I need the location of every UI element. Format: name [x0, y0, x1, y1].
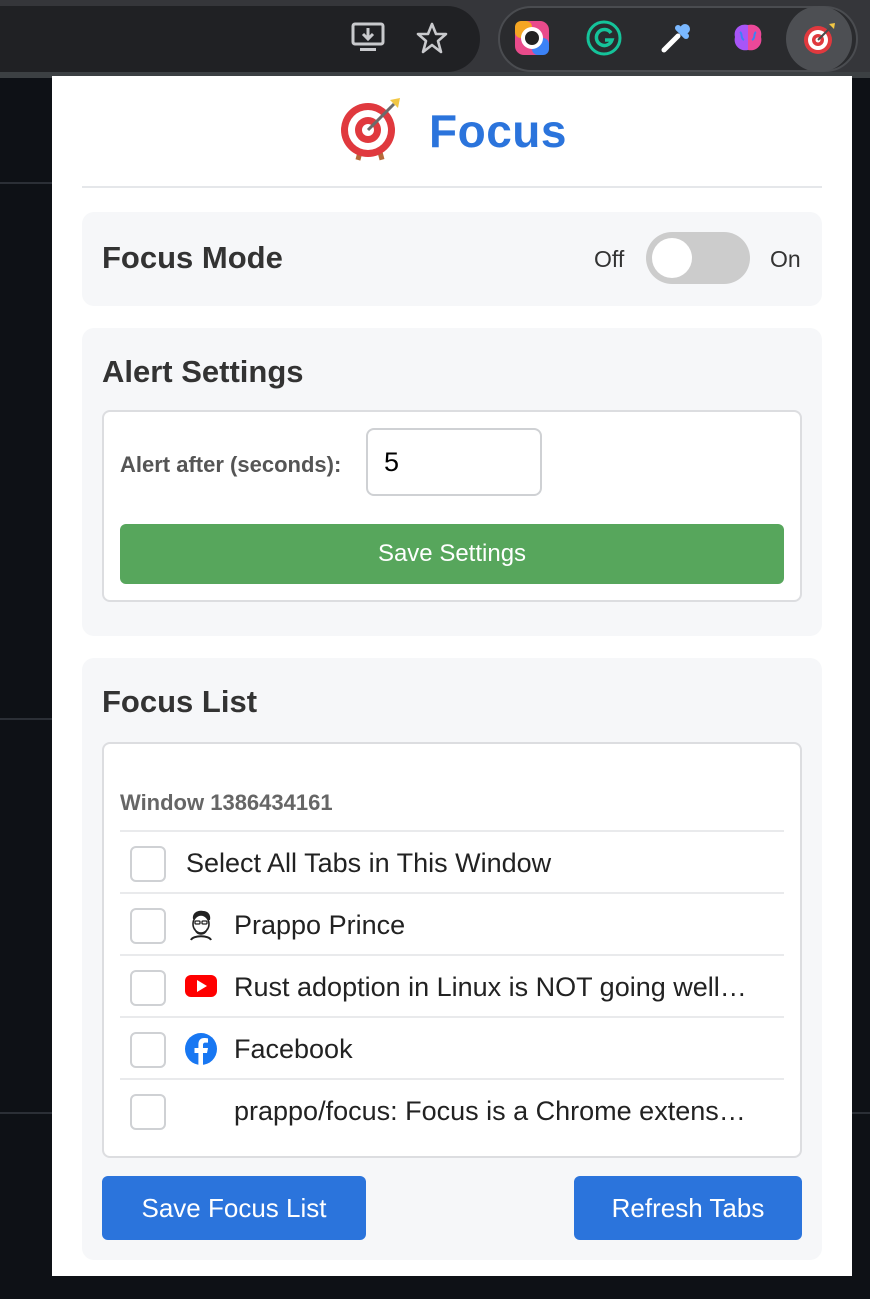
refresh-tabs-button[interactable]: Refresh Tabs	[574, 1176, 802, 1240]
select-all-label: Select All Tabs in This Window	[186, 848, 552, 878]
list-item[interactable]: prappo/focus: Focus is a Chrome extens…	[120, 1078, 784, 1140]
brain-extension-icon[interactable]	[728, 18, 768, 58]
github-favicon-icon	[184, 1094, 218, 1128]
save-focus-list-button[interactable]: Save Focus List	[102, 1176, 366, 1240]
focus-list-card: Focus List Window 1386434161 Select All …	[82, 658, 822, 1260]
list-item[interactable]: Select All Tabs in This Window	[120, 830, 784, 892]
tab-title: Prappo Prince	[234, 910, 406, 940]
focus-mode-card: Focus Mode Off On	[82, 212, 822, 306]
focus-popup: Focus Focus Mode Off On Alert Settings A…	[52, 76, 852, 1276]
alert-settings-card: Alert Settings Alert after (seconds): Sa…	[82, 328, 822, 636]
tab-title: Facebook	[234, 1034, 353, 1064]
popup-header: Focus	[82, 76, 822, 188]
tab-title: Rust adoption in Linux is NOT going well…	[234, 972, 747, 1002]
alert-seconds-label: Alert after (seconds):	[120, 452, 342, 477]
save-settings-button[interactable]: Save Settings	[120, 524, 784, 584]
target-dart-icon	[337, 96, 403, 167]
screen-recorder-extension-icon[interactable]	[512, 18, 552, 58]
tab-checkbox[interactable]	[130, 1032, 166, 1068]
tab-checkbox[interactable]	[130, 970, 166, 1006]
install-app-icon[interactable]	[348, 18, 388, 58]
window-label: Window 1386434161	[120, 790, 333, 815]
tab-checkbox[interactable]	[130, 908, 166, 944]
focus-target-extension-icon[interactable]	[786, 6, 852, 72]
browser-toolbar	[0, 0, 870, 78]
grammarly-extension-icon[interactable]	[584, 18, 624, 58]
address-bar[interactable]	[0, 6, 480, 72]
toggle-knob	[652, 238, 692, 278]
select-all-checkbox[interactable]	[130, 846, 166, 882]
alert-settings-box: Alert after (seconds): Save Settings	[102, 410, 802, 602]
focus-list-title: Focus List	[102, 684, 258, 719]
facebook-favicon-icon	[184, 1032, 218, 1066]
bookmark-star-icon[interactable]	[412, 18, 452, 58]
color-picker-extension-icon[interactable]	[656, 18, 696, 58]
toggle-on-label: On	[770, 246, 801, 272]
tab-checkbox[interactable]	[130, 1094, 166, 1130]
focus-mode-toggle[interactable]	[646, 232, 750, 284]
alert-settings-title: Alert Settings	[102, 354, 304, 389]
focus-list-box: Window 1386434161 Select All Tabs in Thi…	[102, 742, 802, 1158]
alert-seconds-input[interactable]	[366, 428, 542, 496]
avatar-favicon-icon	[184, 908, 218, 942]
list-item[interactable]: Facebook	[120, 1016, 784, 1078]
focus-mode-label: Focus Mode	[102, 240, 283, 275]
tab-list: Select All Tabs in This Window Prappo Pr…	[120, 830, 784, 1140]
tab-title: prappo/focus: Focus is a Chrome extens…	[234, 1096, 746, 1126]
list-item[interactable]: Rust adoption in Linux is NOT going well…	[120, 954, 784, 1016]
youtube-favicon-icon	[184, 970, 218, 1004]
toggle-off-label: Off	[594, 246, 625, 272]
popup-title: Focus	[429, 105, 567, 157]
list-item[interactable]: Prappo Prince	[120, 892, 784, 954]
